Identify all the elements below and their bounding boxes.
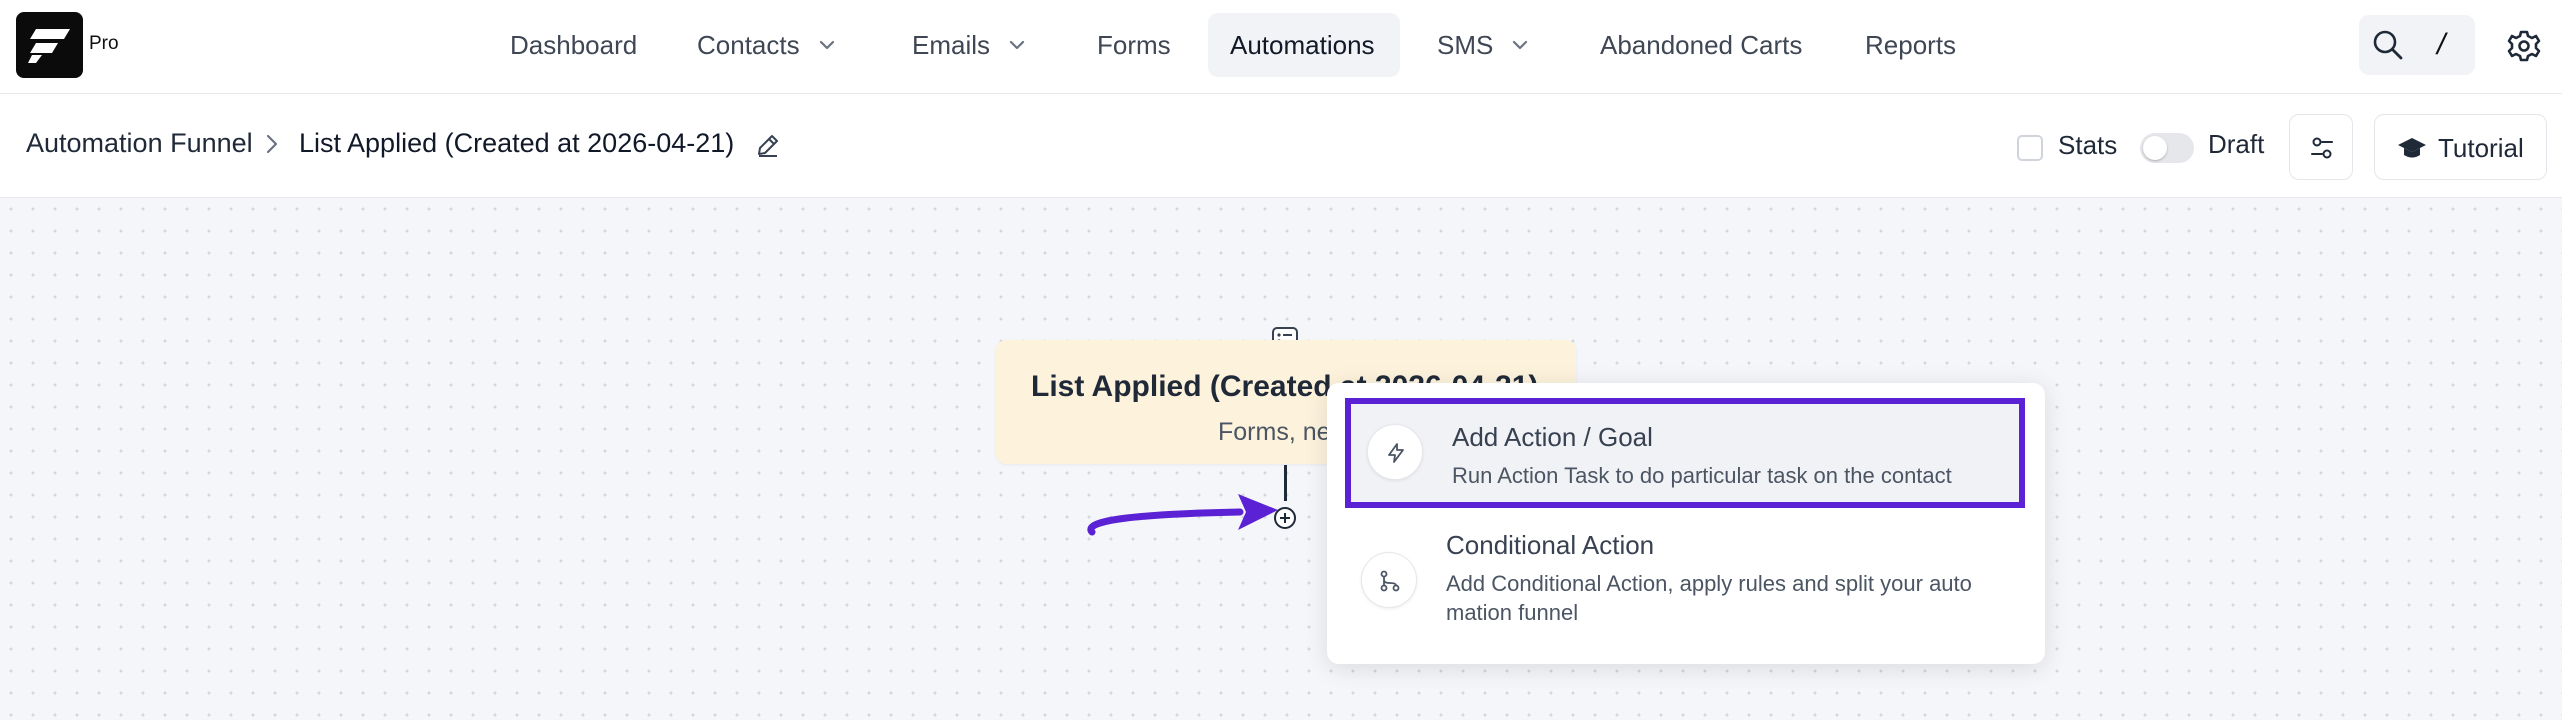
search-button[interactable]: / xyxy=(2359,15,2475,75)
nav-label: Automations xyxy=(1230,29,1375,60)
search-icon xyxy=(2372,29,2404,66)
plan-badge: Pro xyxy=(89,33,119,54)
graduation-cap-icon xyxy=(2398,138,2426,158)
nav-label: SMS xyxy=(1437,29,1494,60)
nav-contacts[interactable]: Contacts xyxy=(675,13,858,77)
add-action-goal-option[interactable]: Add Action / Goal Run Action Task to do … xyxy=(1345,398,2025,508)
add-step-menu: Add Action / Goal Run Action Task to do … xyxy=(1327,383,2045,664)
logo-icon xyxy=(28,29,70,63)
nav-label: Reports xyxy=(1865,29,1957,60)
sliders-icon xyxy=(2311,137,2333,159)
chevron-down-icon xyxy=(1511,39,1529,51)
toggle-knob xyxy=(2143,136,2167,160)
breadcrumb-root-link[interactable]: Automation Funnel xyxy=(26,128,253,159)
nav-reports[interactable]: Reports xyxy=(1843,13,1978,77)
chevron-right-icon xyxy=(265,133,279,160)
nav-dashboard[interactable]: Dashboard xyxy=(488,13,659,77)
top-navigation: Pro Dashboard Contacts Emails Forms Auto… xyxy=(0,0,2562,94)
chevron-down-icon xyxy=(818,39,836,51)
edit-title-pencil-icon[interactable] xyxy=(755,132,781,163)
settings-gear-icon[interactable] xyxy=(2506,28,2542,69)
draft-label: Draft xyxy=(2208,129,2265,159)
bolt-icon xyxy=(1367,424,1423,480)
tutorial-button[interactable]: Tutorial xyxy=(2374,114,2547,180)
tutorial-label: Tutorial xyxy=(2438,133,2524,163)
nav-label: Emails xyxy=(912,29,991,60)
draft-toggle[interactable] xyxy=(2140,133,2194,163)
nav-label: Forms xyxy=(1097,29,1171,60)
stats-checkbox[interactable] xyxy=(2017,135,2043,161)
option-title: Conditional Action xyxy=(1446,530,1655,560)
option-description: Run Action Task to do particular task on… xyxy=(1452,463,1952,488)
nav-label: Dashboard xyxy=(510,29,638,60)
search-shortcut-hint: / xyxy=(2437,28,2446,61)
nav-label: Contacts xyxy=(697,29,800,60)
nav-sms[interactable]: SMS xyxy=(1415,13,1551,77)
funnel-title: List Applied (Created at 2026-04-21) xyxy=(299,128,735,158)
app-logo[interactable] xyxy=(16,12,83,78)
annotation-arrow-icon xyxy=(1087,494,1278,536)
nav-automations[interactable]: Automations xyxy=(1208,13,1400,77)
branch-icon xyxy=(1361,552,1417,608)
option-description: Add Conditional Action, apply rules and … xyxy=(1446,571,1972,625)
nav-emails[interactable]: Emails xyxy=(890,13,1048,77)
stats-label: Stats xyxy=(2058,130,2118,160)
nav-abandoned-carts[interactable]: Abandoned Carts xyxy=(1578,13,1824,77)
funnel-settings-button[interactable] xyxy=(2289,114,2353,180)
option-title: Add Action / Goal xyxy=(1452,422,1653,452)
nav-forms[interactable]: Forms xyxy=(1075,13,1193,77)
funnel-connector-line xyxy=(1284,465,1287,501)
nav-label: Abandoned Carts xyxy=(1600,29,1803,60)
conditional-action-option[interactable]: Conditional Action Add Conditional Actio… xyxy=(1345,510,2025,650)
chevron-down-icon xyxy=(1008,39,1026,51)
funnel-header: Automation Funnel List Applied (Created … xyxy=(0,94,2562,198)
